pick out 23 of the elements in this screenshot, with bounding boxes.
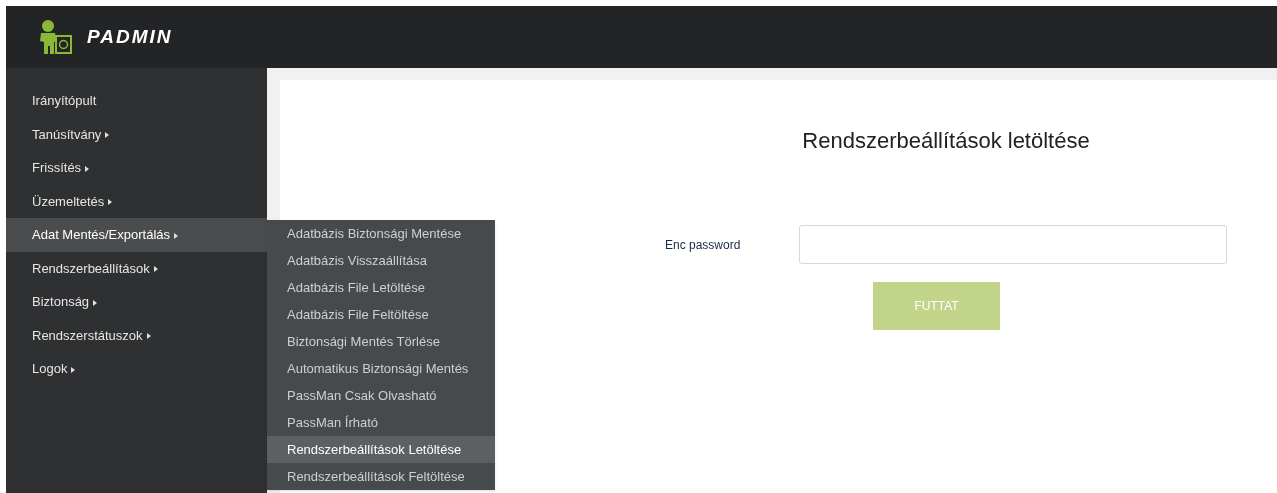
- field-label: Enc password: [664, 236, 742, 254]
- submenu-item[interactable]: Adatbázis Biztonsági Mentése: [267, 220, 495, 247]
- sidebar-item[interactable]: Irányítópult: [6, 84, 267, 118]
- sidebar-item[interactable]: Frissítés: [6, 151, 267, 185]
- sidebar-item[interactable]: Tanúsítvány: [6, 117, 267, 151]
- submenu-item[interactable]: PassMan Csak Olvasható: [267, 382, 495, 409]
- password-field[interactable]: [799, 225, 1227, 264]
- sidebar-item[interactable]: Adat Mentés/Exportálás: [6, 218, 267, 252]
- page-title: Rendszerbeállítások letöltése: [801, 127, 1091, 155]
- sidebar-item[interactable]: Rendszerstátuszok: [6, 318, 267, 352]
- submenu-item[interactable]: Adatbázis File Letöltése: [267, 274, 495, 301]
- sidebar-item[interactable]: Rendszerbeállítások: [6, 251, 267, 285]
- sidebar-item[interactable]: Biztonság: [6, 285, 267, 319]
- submenu-item[interactable]: Rendszerbeállítások Feltöltése: [267, 463, 495, 490]
- submenu-item[interactable]: Biztonsági Mentés Törlése: [267, 328, 495, 355]
- submenu-item[interactable]: Automatikus Biztonsági Mentés: [267, 355, 495, 382]
- submenu-item[interactable]: Adatbázis File Feltöltése: [267, 301, 495, 328]
- sidebar-item[interactable]: Üzemeltetés: [6, 184, 267, 218]
- logo-text: PADMIN: [87, 24, 173, 49]
- submenu-item[interactable]: Adatbázis Visszaállítása: [267, 247, 495, 274]
- submenu-item[interactable]: PassMan Írható: [267, 409, 495, 436]
- submenu-item[interactable]: Rendszerbeállítások Letöltése: [267, 436, 495, 463]
- sidebar-item[interactable]: Logok: [6, 352, 267, 386]
